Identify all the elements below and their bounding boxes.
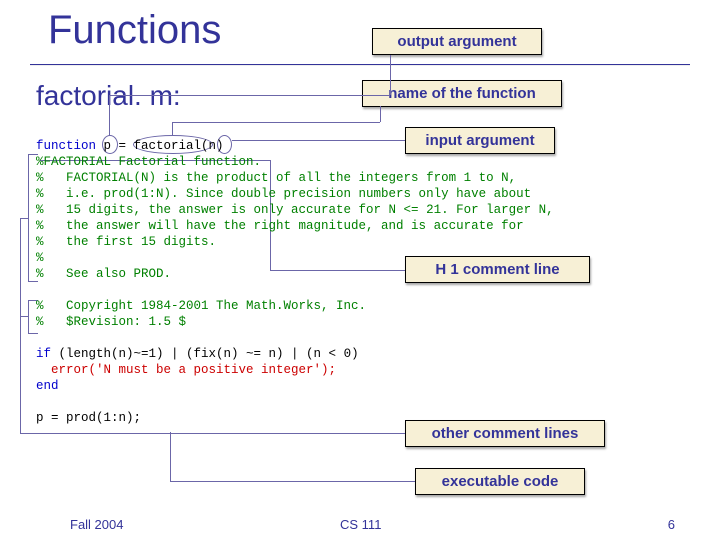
code-comment: % i.e. prod(1:N). Since double precision… xyxy=(36,187,531,201)
code-comment: % Copyright 1984-2001 The Math.Works, In… xyxy=(36,299,366,313)
code-text: (length(n)~=1) | (fix(n) ~= n) | (n < 0) xyxy=(51,347,359,361)
code-comment: % See also PROD. xyxy=(36,267,171,281)
code-block: function p = factorial(n) %FACTORIAL Fac… xyxy=(36,138,554,426)
code-text: p = prod(1:n); xyxy=(36,411,141,425)
code-kw-function: function xyxy=(36,139,96,153)
label-function-name: name of the function xyxy=(362,80,562,107)
code-comment: % the first 15 digits. xyxy=(36,235,216,249)
title-rule xyxy=(30,64,690,66)
page-title: Functions xyxy=(48,8,221,53)
connector xyxy=(109,95,390,96)
connector xyxy=(390,55,391,95)
code-error-call: error xyxy=(36,363,89,377)
footer-right: 6 xyxy=(668,517,675,532)
label-output-argument: output argument xyxy=(372,28,542,55)
connector xyxy=(20,433,405,434)
code-comment: % FACTORIAL(N) is the product of all the… xyxy=(36,171,516,185)
code-comment: %FACTORIAL Factorial function. xyxy=(36,155,261,169)
code-text: ('N must be a positive integer'); xyxy=(89,363,337,377)
footer-center: CS 111 xyxy=(340,517,381,532)
code-comment: % $Revision: 1.5 $ xyxy=(36,315,186,329)
connector xyxy=(109,95,110,136)
code-text: p = factorial(n) xyxy=(96,139,224,153)
connector xyxy=(380,106,381,122)
code-comment: % xyxy=(36,251,44,265)
connector xyxy=(20,218,28,219)
label-executable-code: executable code xyxy=(415,468,585,495)
code-kw-end: end xyxy=(36,379,59,393)
connector xyxy=(20,218,21,433)
connector xyxy=(170,481,415,482)
connector xyxy=(172,122,380,123)
code-kw-if: if xyxy=(36,347,51,361)
connector xyxy=(20,316,28,317)
footer-left: Fall 2004 xyxy=(70,517,123,532)
connector xyxy=(170,432,171,482)
code-comment: % the answer will have the right magnitu… xyxy=(36,219,524,233)
code-comment: % 15 digits, the answer is only accurate… xyxy=(36,203,554,217)
connector xyxy=(172,122,173,136)
